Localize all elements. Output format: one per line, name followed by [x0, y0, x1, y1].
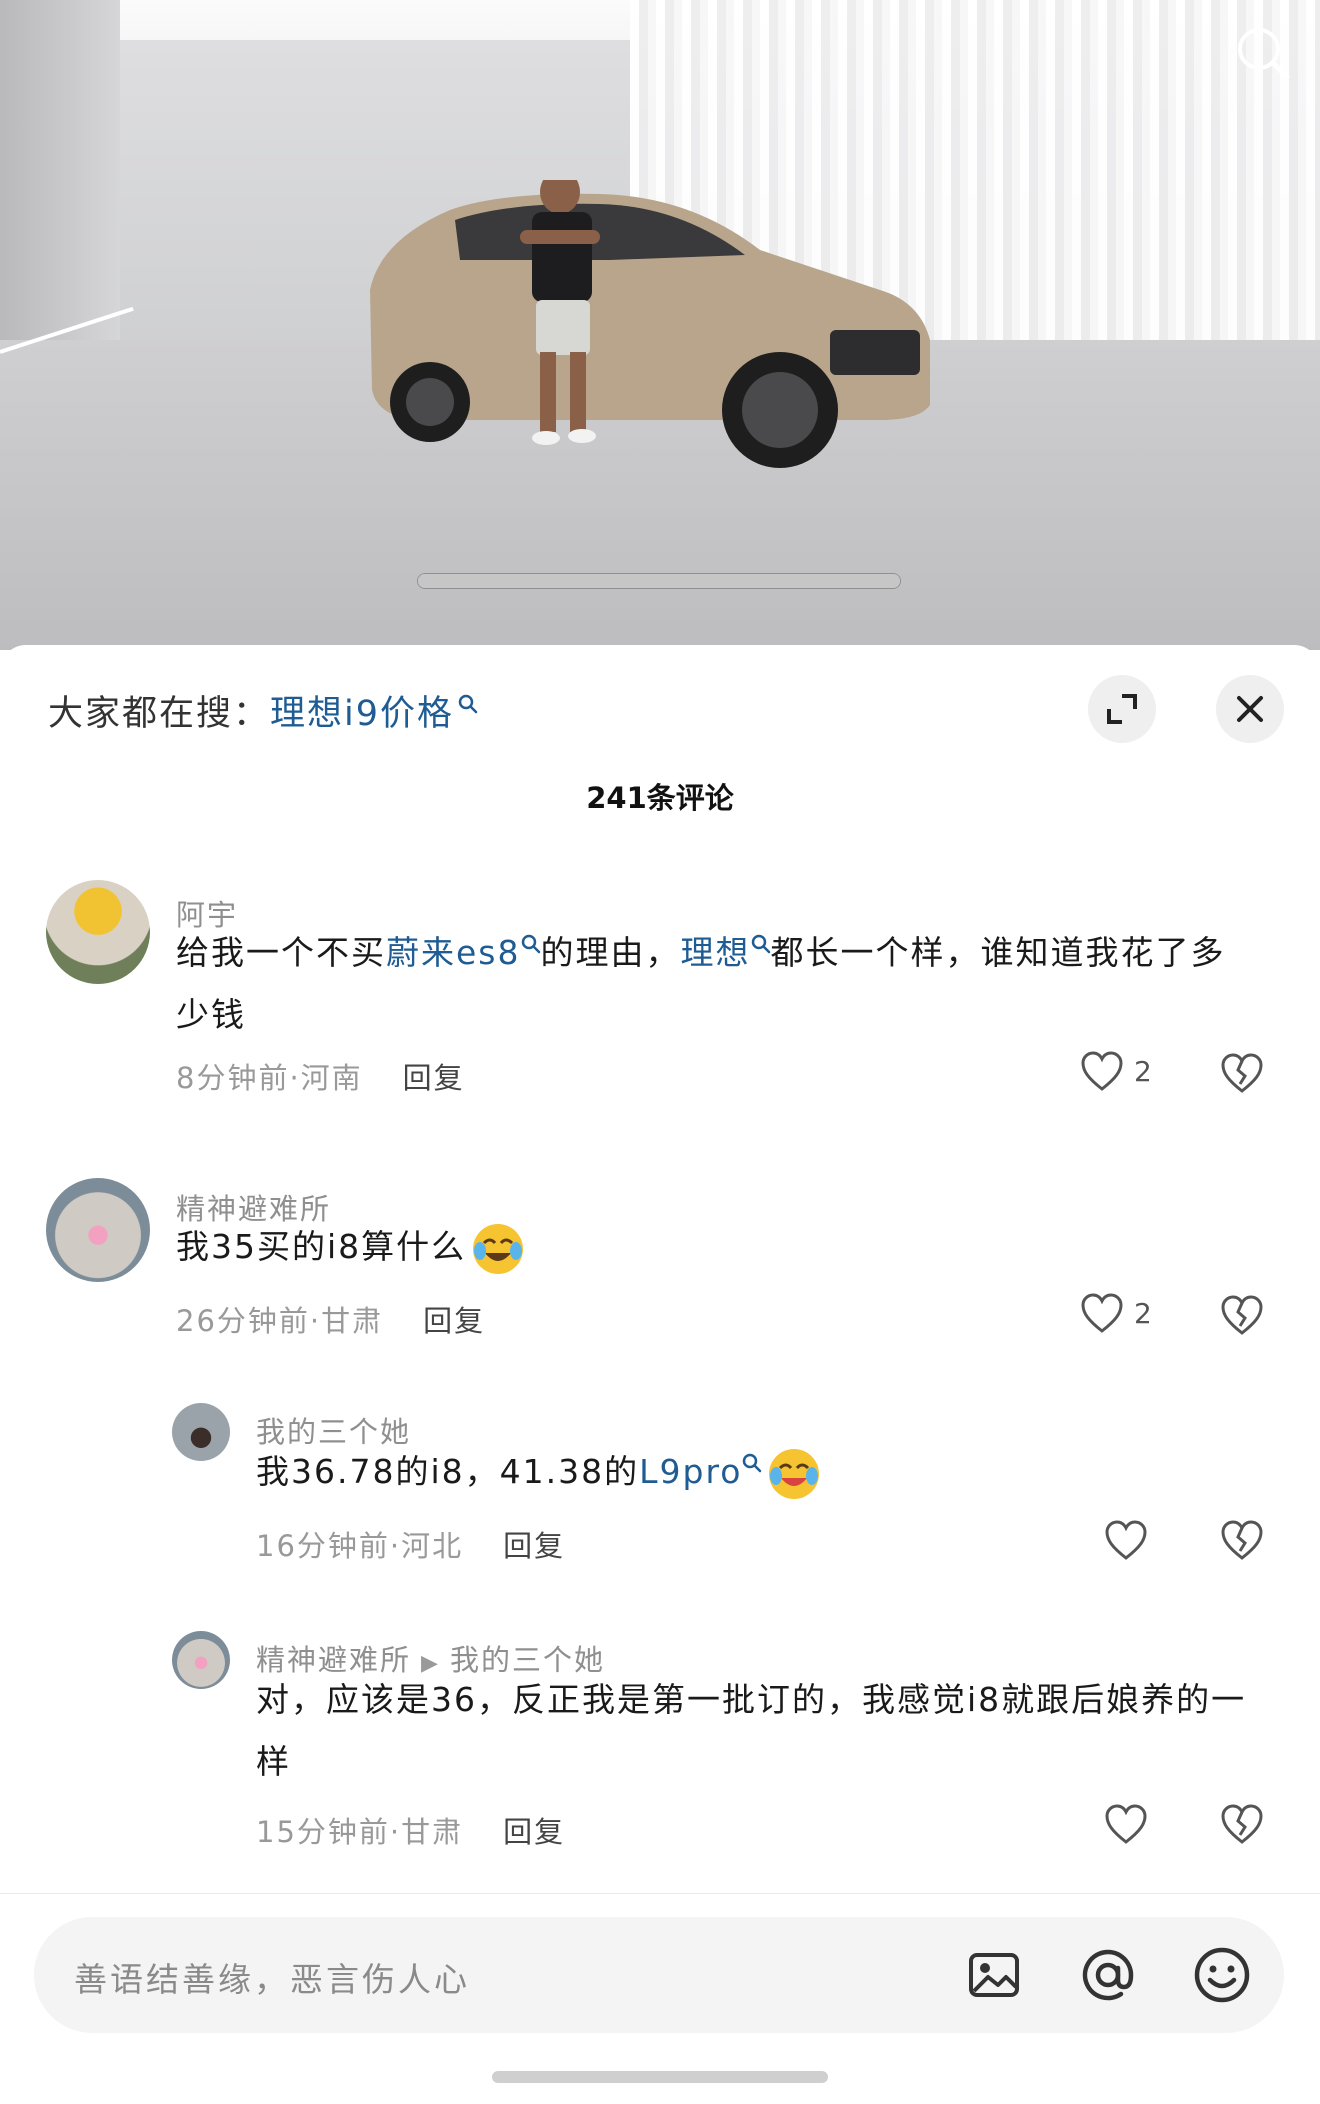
- comment-meta: 8分钟前·河南 回复: [176, 1055, 465, 1097]
- reply-meta: 16分钟前·河北 回复: [256, 1523, 565, 1565]
- car-with-person-image: [370, 180, 930, 468]
- like-button[interactable]: 2: [1080, 1292, 1152, 1334]
- search-icon: [458, 694, 478, 713]
- reply-button[interactable]: 回复: [503, 1815, 565, 1849]
- search-icon: [743, 1453, 762, 1473]
- comment-time-location: 26分钟前·甘肃: [176, 1304, 384, 1338]
- keyword-link[interactable]: 蔚来es8: [386, 933, 521, 972]
- trending-search-query[interactable]: 理想i9价格: [270, 685, 454, 736]
- comment-input[interactable]: 善语结善缘，恶言伤人心: [34, 1917, 1284, 2033]
- reply-meta: 15分钟前·甘肃 回复: [256, 1809, 565, 1851]
- search-icon[interactable]: [1232, 22, 1294, 84]
- comment-input-placeholder: 善语结善缘，恶言伤人心: [74, 1960, 470, 1999]
- reply-button[interactable]: 回复: [403, 1061, 465, 1095]
- heart-icon: [1081, 1051, 1123, 1091]
- comment-sheet: 大家都在搜： 理想i9价格 241条评论 阿宇 给我一个不买蔚来es8 的理由，理…: [0, 645, 1320, 2104]
- search-icon: [521, 934, 540, 954]
- comment-count: 241条评论: [586, 781, 734, 815]
- comment-time-location: 15分钟前·甘肃: [256, 1815, 464, 1849]
- heart-icon: [1081, 1293, 1123, 1333]
- comment-text-segment: 给我一个不买: [176, 933, 386, 972]
- comment-text: 我35买的i8算什么: [176, 1216, 1256, 1278]
- avatar[interactable]: [172, 1631, 230, 1689]
- comment-time-location: 16分钟前·河北: [256, 1529, 464, 1563]
- reply-button[interactable]: 回复: [423, 1304, 485, 1338]
- crying-laughing-emoji-icon: [473, 1223, 524, 1274]
- video-player[interactable]: [0, 0, 1320, 650]
- broken-heart-icon[interactable]: [1220, 1052, 1264, 1094]
- like-button[interactable]: 2: [1080, 1050, 1152, 1092]
- emoji-icon[interactable]: [1192, 1945, 1252, 2005]
- comment-text-segment: 我36.78的i8，41.38的: [256, 1452, 640, 1491]
- like-count: 2: [1134, 1296, 1152, 1330]
- comment-text-segment: 我35买的i8算什么: [176, 1227, 467, 1266]
- trending-search-prefix: 大家都在搜：: [48, 694, 271, 734]
- reply-text: 对，应该是36，反正我是第一批订的，我感觉i8就跟后娘养的一样: [256, 1680, 1247, 1781]
- heart-icon[interactable]: [1104, 1803, 1148, 1845]
- trending-search: 大家都在搜： 理想i9价格: [48, 685, 478, 736]
- broken-heart-icon[interactable]: [1220, 1803, 1264, 1845]
- comment-text: 给我一个不买蔚来es8 的理由，理想 都长一个样，谁知道我花了多少钱: [176, 922, 1256, 1046]
- heart-icon[interactable]: [1104, 1519, 1148, 1561]
- comment-text-segment: 的理由，: [540, 933, 681, 972]
- comment-time-location: 8分钟前·河南: [176, 1061, 363, 1095]
- trending-search-link[interactable]: 理想i9价格: [270, 685, 478, 736]
- search-icon: [751, 934, 770, 954]
- home-indicator: [492, 2071, 828, 2083]
- composer-divider: [0, 1893, 1320, 1894]
- avatar[interactable]: [172, 1403, 230, 1461]
- close-button[interactable]: [1216, 675, 1284, 743]
- avatar[interactable]: [46, 1178, 150, 1282]
- reply-text: 我36.78的i8，41.38的L9pro: [256, 1441, 1256, 1503]
- comment-meta: 26分钟前·甘肃 回复: [176, 1298, 485, 1340]
- like-count: 2: [1134, 1054, 1152, 1088]
- keyword-link[interactable]: 理想: [681, 933, 751, 972]
- at-icon[interactable]: [1078, 1945, 1138, 2005]
- video-progress-bar[interactable]: [418, 574, 900, 588]
- crying-laughing-emoji-icon: [769, 1448, 820, 1499]
- broken-heart-icon[interactable]: [1220, 1519, 1264, 1561]
- expand-icon: [1107, 694, 1137, 724]
- avatar[interactable]: [46, 880, 150, 984]
- keyword-link[interactable]: L9pro: [639, 1452, 742, 1491]
- close-icon: [1237, 696, 1263, 722]
- reply-button[interactable]: 回复: [503, 1529, 565, 1563]
- broken-heart-icon[interactable]: [1220, 1294, 1264, 1336]
- expand-button[interactable]: [1088, 675, 1156, 743]
- image-icon[interactable]: [964, 1945, 1024, 2005]
